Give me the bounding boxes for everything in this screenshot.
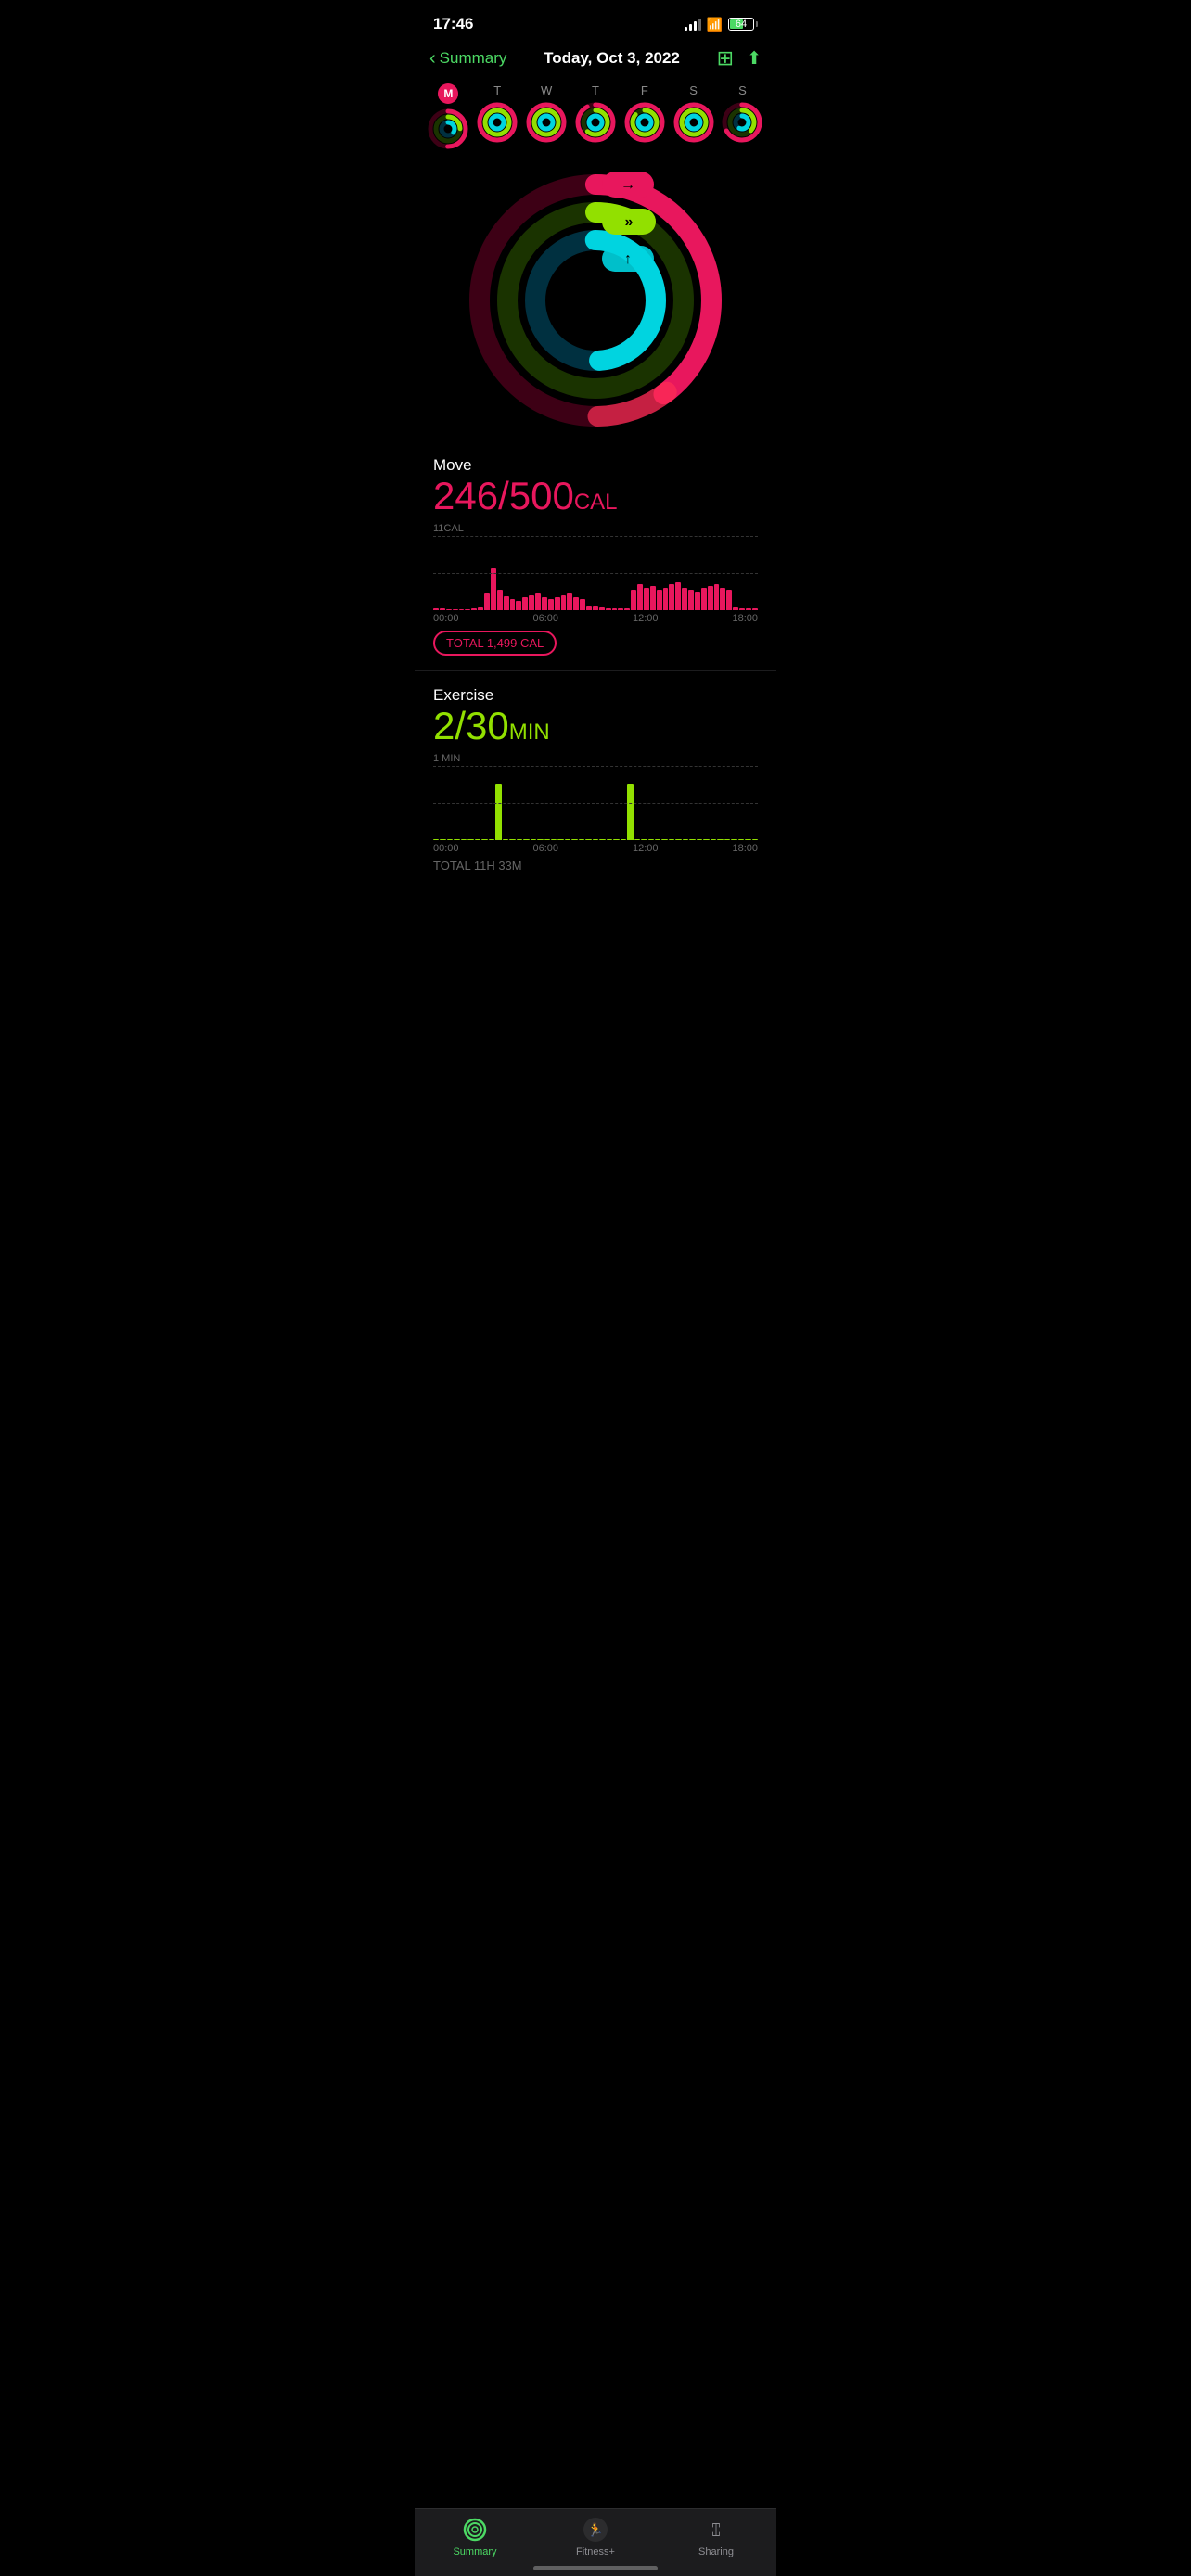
ring-monday bbox=[427, 108, 469, 150]
wifi-icon: 📶 bbox=[707, 17, 723, 32]
exercise-total: TOTAL 11H 33M bbox=[433, 859, 758, 873]
move-scale-label: 11CAL bbox=[433, 523, 758, 534]
svg-text:»: » bbox=[625, 214, 634, 230]
move-chart: 11CAL 00:00 06:00 12:00 18:00 TOTAL 1,49… bbox=[415, 517, 776, 656]
day-item-friday[interactable]: F bbox=[623, 83, 666, 144]
exercise-value: 2/30MIN bbox=[433, 705, 758, 747]
move-unit: CAL bbox=[574, 490, 618, 515]
day-item-sunday[interactable]: S bbox=[721, 83, 763, 144]
svg-text:⑄: ⑄ bbox=[711, 2520, 722, 2541]
move-total: TOTAL 1,499 CAL bbox=[433, 631, 557, 656]
status-bar: 17:46 📶 64 bbox=[415, 0, 776, 41]
day-item-thursday[interactable]: T bbox=[574, 83, 617, 144]
ring-saturday bbox=[672, 101, 715, 144]
share-icon[interactable]: ⬆ bbox=[747, 48, 762, 70]
move-arrow: → bbox=[602, 172, 654, 198]
exercise-unit: MIN bbox=[509, 720, 550, 745]
ring-tuesday bbox=[476, 101, 519, 144]
day-item-saturday[interactable]: S bbox=[672, 83, 715, 144]
content-scroll: Move 246/500CAL 11CAL 00:00 06:00 12:00 … bbox=[415, 449, 776, 984]
home-indicator bbox=[533, 2566, 658, 2570]
exercise-time-labels: 00:00 06:00 12:00 18:00 bbox=[433, 840, 758, 857]
move-value: 246/500CAL bbox=[433, 475, 758, 517]
summary-icon bbox=[462, 2517, 488, 2543]
ring-wednesday bbox=[525, 101, 568, 144]
day-item-wednesday[interactable]: W bbox=[525, 83, 568, 144]
calendar-icon[interactable]: ⊞ bbox=[717, 46, 734, 70]
exercise-scale-label: 1 MIN bbox=[433, 753, 758, 764]
exercise-section: Exercise 2/30MIN bbox=[415, 679, 776, 747]
battery-indicator: 64 bbox=[728, 18, 758, 31]
back-chevron-icon: ‹ bbox=[429, 48, 436, 70]
tab-summary-label: Summary bbox=[453, 2546, 496, 2557]
ring-friday bbox=[623, 101, 666, 144]
day-label-m: M bbox=[438, 83, 458, 104]
main-ring-container: → » ↑ bbox=[415, 161, 776, 449]
tab-sharing[interactable]: ⑄ Sharing bbox=[684, 2517, 749, 2557]
exercise-label: Exercise bbox=[433, 686, 758, 705]
move-time-labels: 00:00 06:00 12:00 18:00 bbox=[433, 610, 758, 627]
tab-sharing-label: Sharing bbox=[698, 2546, 734, 2557]
day-selector: M T W bbox=[415, 80, 776, 161]
header-actions: ⊞ ⬆ bbox=[717, 46, 762, 70]
day-item-monday[interactable]: M bbox=[427, 83, 469, 150]
stand-arrow: ↑ bbox=[602, 246, 654, 272]
svg-text:🏃: 🏃 bbox=[587, 2522, 603, 2537]
move-label: Move bbox=[433, 456, 758, 475]
page-title: Today, Oct 3, 2022 bbox=[544, 49, 680, 68]
day-item-tuesday[interactable]: T bbox=[476, 83, 519, 144]
ring-sunday bbox=[721, 101, 763, 144]
exercise-chart: 1 MIN 00:00 06:00 12:00 18:00 TOTAL 11H … bbox=[415, 747, 776, 873]
move-separator: / bbox=[498, 474, 509, 517]
exercise-arrow: » bbox=[602, 209, 656, 235]
move-goal: 500 bbox=[509, 474, 574, 517]
header: ‹ Summary Today, Oct 3, 2022 ⊞ ⬆ bbox=[415, 41, 776, 80]
tab-summary[interactable]: Summary bbox=[442, 2517, 507, 2557]
tab-fitness[interactable]: 🏃 Fitness+ bbox=[563, 2517, 628, 2557]
status-icons: 📶 64 bbox=[685, 17, 758, 32]
move-section: Move 246/500CAL bbox=[415, 449, 776, 517]
exercise-separator: / bbox=[455, 704, 466, 747]
svg-text:→: → bbox=[621, 177, 635, 193]
move-current: 246 bbox=[433, 474, 498, 517]
exercise-goal: 30 bbox=[466, 704, 509, 747]
back-label: Summary bbox=[440, 49, 507, 68]
section-divider-1 bbox=[415, 670, 776, 671]
move-bar-chart bbox=[433, 536, 758, 610]
exercise-bar-chart bbox=[433, 766, 758, 840]
sharing-icon: ⑄ bbox=[703, 2517, 729, 2543]
svg-text:↑: ↑ bbox=[624, 251, 632, 267]
main-activity-ring: → » ↑ bbox=[466, 171, 725, 430]
tab-fitness-label: Fitness+ bbox=[576, 2546, 615, 2557]
exercise-current: 2 bbox=[433, 704, 455, 747]
status-time: 17:46 bbox=[433, 15, 473, 33]
back-button[interactable]: ‹ Summary bbox=[429, 48, 506, 70]
signal-icon bbox=[685, 18, 701, 31]
fitness-icon: 🏃 bbox=[583, 2517, 608, 2543]
ring-thursday bbox=[574, 101, 617, 144]
